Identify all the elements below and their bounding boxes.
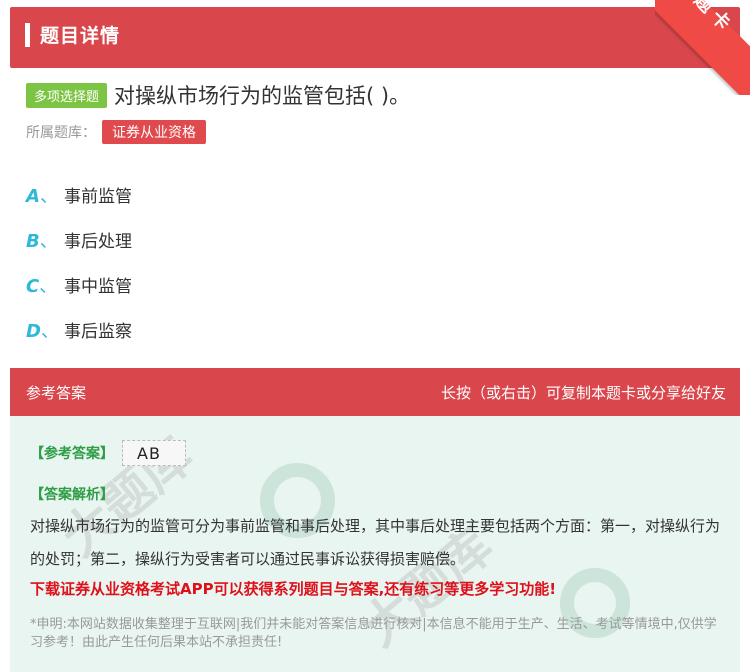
app-download-promo[interactable]: 下载证券从业资格考试APP可以获得系列题目与答案,还有练习等更多学习功能!	[30, 578, 556, 599]
page-title: 题目详情	[40, 25, 121, 47]
corner-ribbon[interactable]: 题卡	[655, 0, 750, 95]
question-row: 多项选择题 对操纵市场行为的监管包括( )。	[26, 80, 410, 110]
question-bank-row: 所属题库： 证券从业资格	[26, 120, 206, 144]
options-list: A、 事前监管 B、 事后处理 C、 事中监管 D、 事后监察	[26, 172, 132, 352]
question-type-badge: 多项选择题	[26, 82, 108, 108]
answer-header: 参考答案 长按（或右击）可复制本题卡或分享给好友	[10, 368, 740, 416]
answer-panel: 大题库 大题库 参考答案 长按（或右击）可复制本题卡或分享给好友 【参考答案】 …	[10, 368, 740, 672]
option-letter: A、	[26, 185, 58, 207]
option-letter: D、	[26, 320, 59, 342]
option-letter: C、	[26, 275, 58, 297]
share-hint: 长按（或右击）可复制本题卡或分享给好友	[440, 384, 726, 402]
option-letter: B、	[26, 230, 58, 252]
reference-answer-value: AB	[122, 440, 186, 466]
option-c[interactable]: C、 事中监管	[26, 262, 132, 307]
option-text: 事后处理	[64, 232, 132, 252]
option-b[interactable]: B、 事后处理	[26, 217, 132, 262]
answer-header-title: 参考答案	[26, 384, 87, 402]
bank-label: 所属题库：	[26, 125, 96, 141]
option-a[interactable]: A、 事前监管	[26, 172, 132, 217]
reference-answer-label: 【参考答案】	[30, 446, 114, 462]
option-d[interactable]: D、 事后监察	[26, 307, 132, 352]
option-text: 事后监察	[64, 322, 132, 342]
question-text: 对操纵市场行为的监管包括( )。	[114, 84, 411, 108]
header-accent-bar	[25, 23, 30, 47]
analysis-text: 对操纵市场行为的监管可分为事前监管和事后处理，其中事后处理主要包括两个方面：第一…	[30, 517, 721, 568]
analysis-label: 【答案解析】	[30, 487, 114, 503]
option-text: 事中监管	[64, 277, 132, 297]
bank-tag[interactable]: 证券从业资格	[102, 120, 206, 144]
reference-answer-row: 【参考答案】 AB	[30, 440, 186, 466]
disclaimer: *申明:本网站数据收集整理于互联网|我们并未能对答案信息进行核对|本信息不能用于…	[30, 617, 717, 650]
option-text: 事前监管	[64, 187, 132, 207]
